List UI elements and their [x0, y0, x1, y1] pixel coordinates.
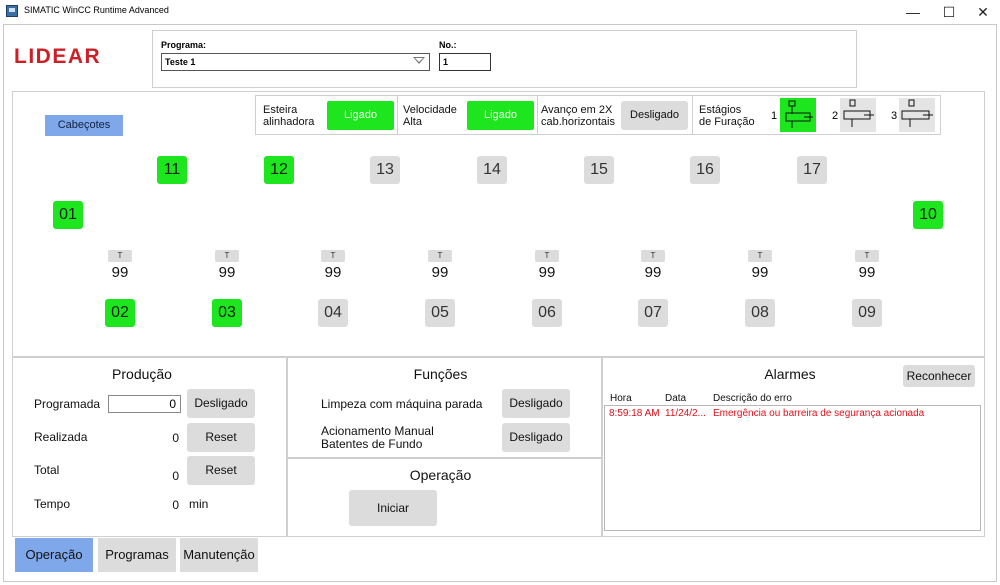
- t-badge: T: [108, 250, 132, 262]
- estagios-label: Estágios de Furação: [699, 104, 755, 128]
- tempo-label: Tempo: [34, 497, 71, 511]
- programada-toggle-button[interactable]: Desligado: [187, 389, 255, 418]
- control-divider: [537, 96, 538, 134]
- producao-title: Produção: [112, 366, 172, 382]
- control-divider: [397, 96, 398, 134]
- t-badge: T: [535, 250, 559, 262]
- t-value: 99: [431, 264, 449, 281]
- realizada-value: 0: [172, 431, 179, 445]
- nav-programas[interactable]: Programas: [98, 538, 176, 572]
- programada-label: Programada: [34, 397, 101, 411]
- velocidade-toggle-button[interactable]: Ligado: [467, 101, 534, 130]
- tab-cabecotes[interactable]: Cabeçotes: [45, 115, 123, 136]
- program-number-label: No.:: [439, 40, 457, 50]
- t-value: 99: [324, 264, 342, 281]
- tempo-unit: min: [189, 497, 209, 511]
- esteira-toggle-button[interactable]: Ligado: [327, 101, 394, 130]
- t-badge: T: [321, 250, 345, 262]
- total-reset-button[interactable]: Reset: [187, 456, 255, 485]
- window-title: SIMATIC WinCC Runtime Advanced: [24, 5, 169, 15]
- station-12[interactable]: 12: [264, 156, 294, 184]
- station-01[interactable]: 01: [53, 201, 83, 229]
- station-07[interactable]: 07: [638, 299, 668, 327]
- nav-manutencao[interactable]: Manutenção: [180, 538, 258, 572]
- stage-number: 1: [771, 110, 778, 122]
- t-badge: T: [641, 250, 665, 262]
- t-value: 99: [858, 264, 876, 281]
- programada-input[interactable]: 0: [108, 395, 181, 413]
- alarm-column-descricao: Descrição do erro: [713, 393, 792, 404]
- nav-operacao[interactable]: Operação: [15, 538, 93, 572]
- realizada-label: Realizada: [34, 430, 88, 444]
- reconhecer-button[interactable]: Reconhecer: [903, 365, 975, 387]
- minimize-button[interactable]: —: [898, 2, 928, 22]
- station-14[interactable]: 14: [477, 156, 507, 184]
- chevron-down-icon: [413, 57, 425, 64]
- velocidade-label: Velocidade Alta: [403, 104, 457, 128]
- esteira-label: Esteira alinhadora: [263, 104, 315, 128]
- total-label: Total: [34, 463, 60, 477]
- app-icon: [6, 5, 18, 17]
- station-04[interactable]: 04: [318, 299, 348, 327]
- alarm-row-hora: 8:59:18 AM: [609, 408, 660, 419]
- stage-number: 2: [832, 110, 839, 122]
- limpeza-label: Limpeza com máquina parada: [321, 397, 483, 411]
- close-button[interactable]: ✕: [968, 2, 998, 22]
- station-08[interactable]: 08: [745, 299, 775, 327]
- station-17[interactable]: 17: [797, 156, 827, 184]
- alarm-column-data: Data: [665, 393, 687, 404]
- control-divider: [692, 96, 693, 134]
- alarm-row-data: 11/24/2...: [665, 408, 706, 419]
- stage-1-drill-icon[interactable]: [780, 98, 816, 132]
- alarm-row-descricao: Emergência ou barreira de segurança acio…: [713, 408, 925, 419]
- t-badge: T: [855, 250, 879, 262]
- realizada-reset-button[interactable]: Reset: [187, 423, 255, 452]
- maximize-button[interactable]: ☐: [934, 2, 964, 22]
- station-16[interactable]: 16: [690, 156, 720, 184]
- stage-2-drill-icon[interactable]: [840, 98, 876, 132]
- t-badge: T: [748, 250, 772, 262]
- acionamento-label: Acionamento Manual Batentes de Fundo: [321, 424, 434, 451]
- station-11[interactable]: 11: [157, 156, 187, 184]
- operacao-title: Operação: [409, 467, 472, 483]
- limpeza-toggle-button[interactable]: Desligado: [502, 389, 570, 418]
- alarm-column-hora: Hora: [610, 393, 632, 404]
- station-10[interactable]: 10: [913, 201, 943, 229]
- program-label: Programa:: [161, 40, 207, 50]
- t-value: 99: [218, 264, 236, 281]
- station-13[interactable]: 13: [370, 156, 400, 184]
- t-badge: T: [215, 250, 239, 262]
- t-value: 99: [538, 264, 556, 281]
- program-select[interactable]: Teste 1: [161, 53, 430, 71]
- station-06[interactable]: 06: [532, 299, 562, 327]
- funcoes-title: Funções: [413, 366, 468, 382]
- avanco-toggle-button[interactable]: Desligado: [621, 101, 688, 130]
- station-02[interactable]: 02: [105, 299, 135, 327]
- total-value: 0: [172, 469, 179, 483]
- avanco-label: Avanço em 2X cab.horizontais: [541, 104, 615, 128]
- station-05[interactable]: 05: [425, 299, 455, 327]
- station-09[interactable]: 09: [852, 299, 882, 327]
- brand-logo: LIDEAR: [14, 45, 102, 68]
- t-value: 99: [751, 264, 769, 281]
- acionamento-toggle-button[interactable]: Desligado: [502, 423, 570, 452]
- iniciar-button[interactable]: Iniciar: [349, 490, 437, 526]
- t-badge: T: [428, 250, 452, 262]
- station-15[interactable]: 15: [584, 156, 614, 184]
- program-select-value: Teste 1: [165, 57, 196, 67]
- stage-3-drill-icon[interactable]: [899, 98, 935, 132]
- t-value: 99: [644, 264, 662, 281]
- station-03[interactable]: 03: [212, 299, 242, 327]
- alarmes-title: Alarmes: [764, 366, 816, 382]
- stage-number: 3: [891, 110, 898, 122]
- program-number-input[interactable]: 1: [439, 53, 491, 71]
- t-value: 99: [111, 264, 129, 281]
- alarm-list[interactable]: [604, 405, 981, 531]
- tempo-value: 0: [172, 498, 179, 512]
